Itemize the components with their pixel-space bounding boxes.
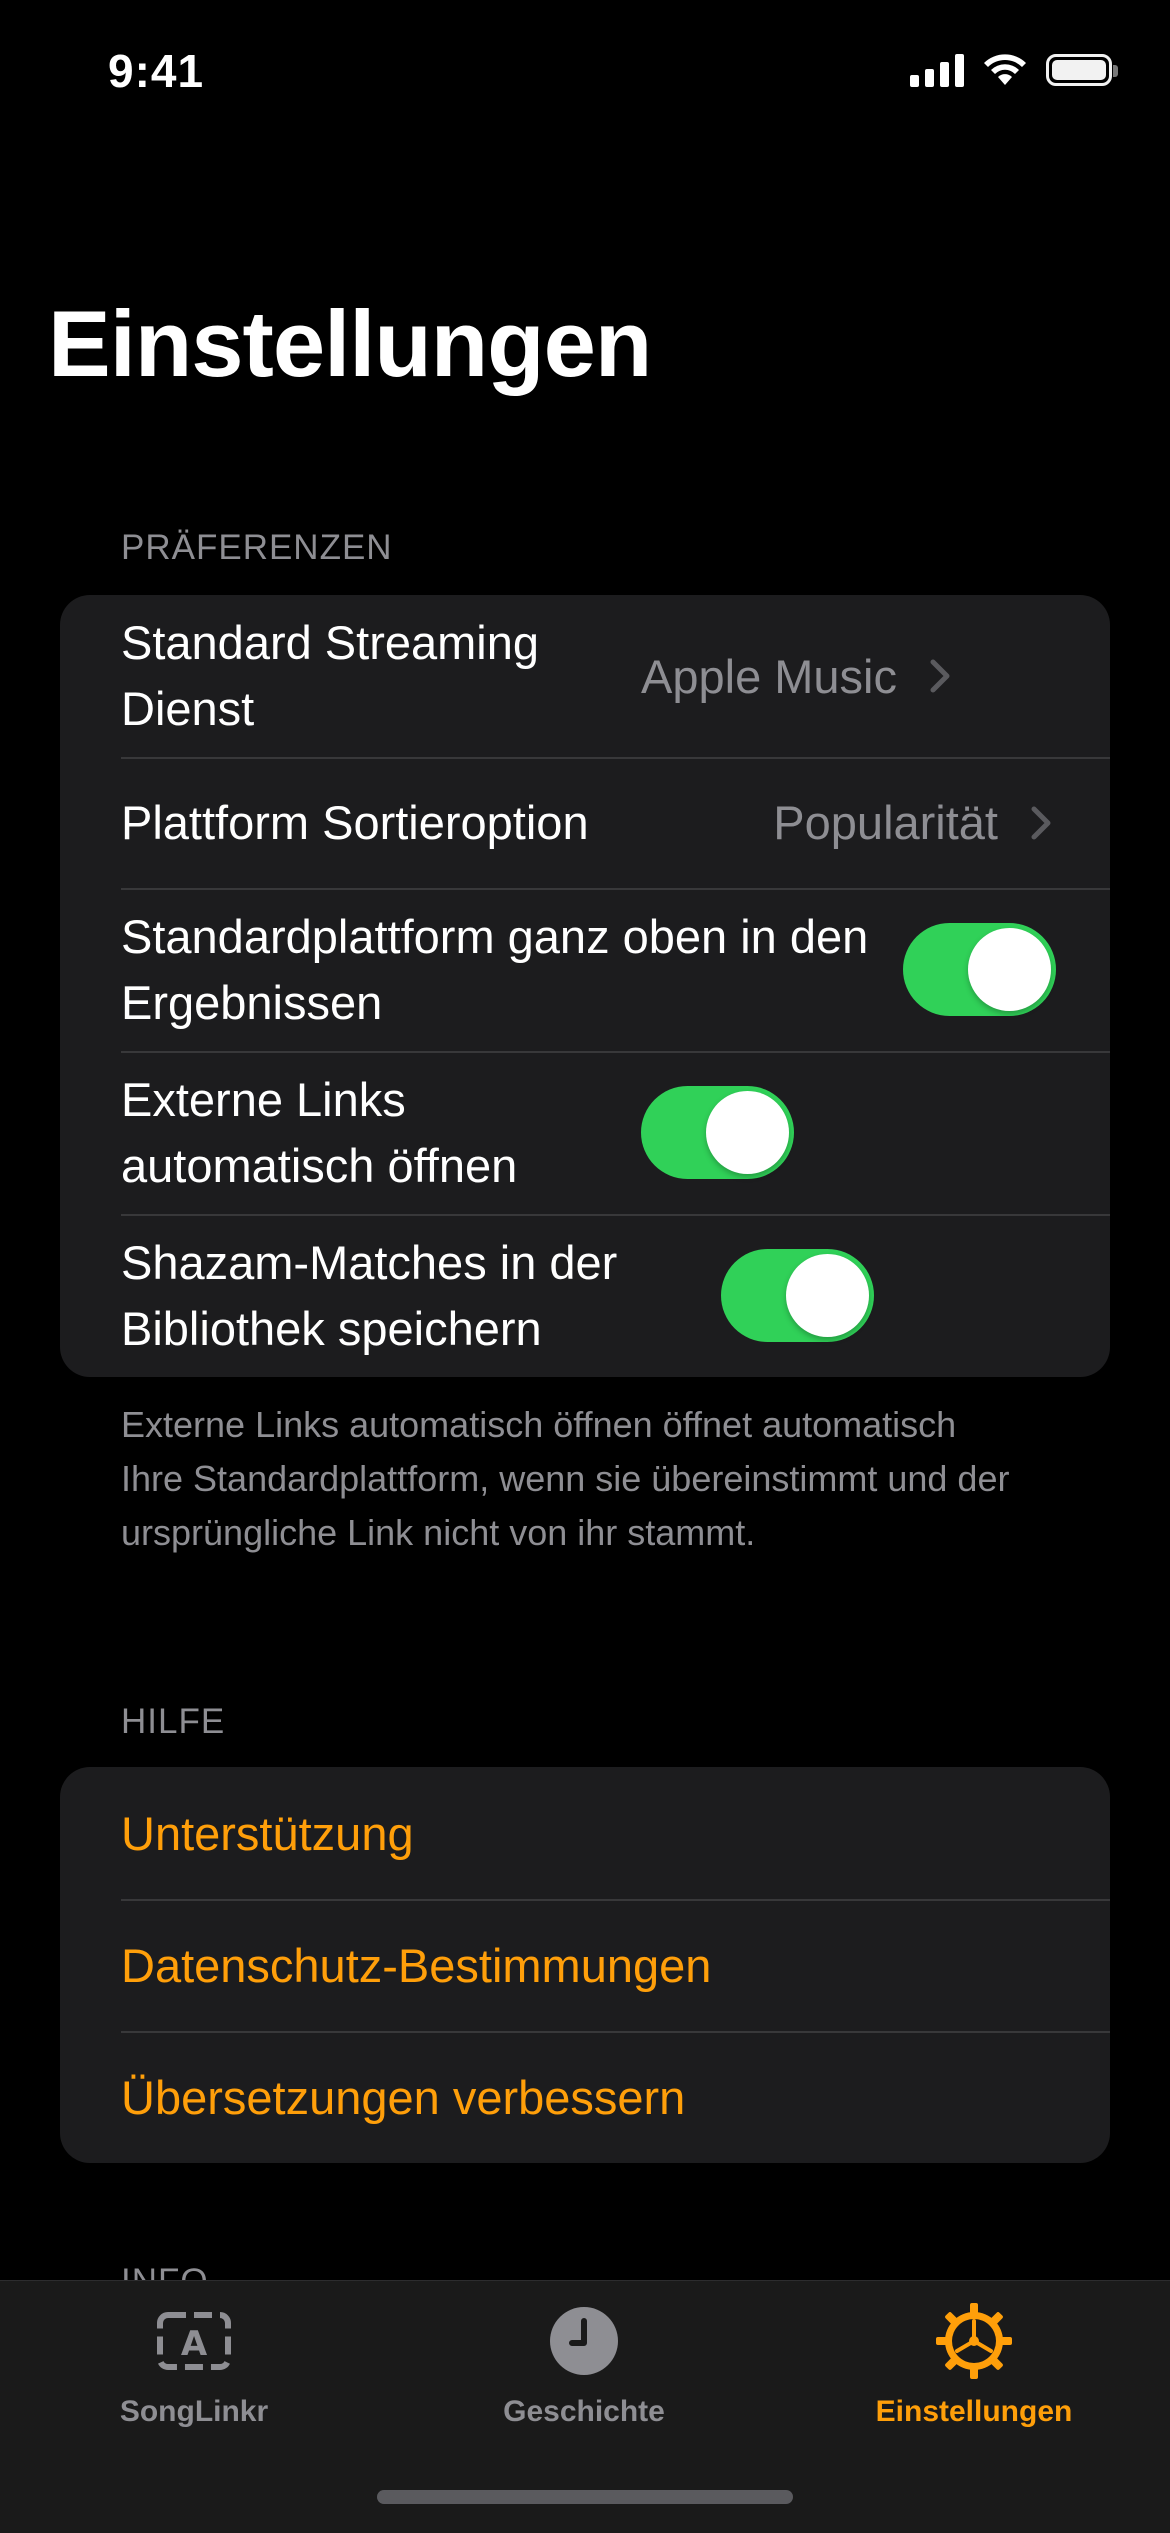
preferences-group: Standard Streaming Dienst Apple Music Pl… (60, 595, 1110, 1377)
tab-label: Geschichte (503, 2395, 665, 2428)
row-default-streaming-service[interactable]: Standard Streaming Dienst Apple Music (60, 595, 1110, 757)
link-label: Datenschutz-Bestimmungen (121, 1938, 712, 1992)
link-improve-translations[interactable]: Übersetzungen verbessern (60, 2031, 1110, 2163)
row-save-shazam-matches: Shazam-Matches in der Bibliothek speiche… (60, 1214, 1110, 1377)
link-label: Übersetzungen verbessern (121, 2070, 686, 2124)
toggle-knob (786, 1254, 869, 1337)
row-label: Standardplattform ganz oben in den Ergeb… (121, 909, 869, 1029)
tab-history[interactable]: Geschichte (434, 2301, 734, 2429)
tab-label: SongLinkr (119, 2395, 269, 2428)
toggle-save-shazam-matches[interactable] (721, 1249, 874, 1342)
row-label: Externe Links automatisch öffnen (121, 1072, 518, 1192)
toggle-open-external-links[interactable] (641, 1086, 794, 1179)
songlinkr-icon: A (157, 2312, 231, 2370)
chevron-right-icon (1031, 806, 1051, 839)
clock-icon (550, 2307, 618, 2375)
battery-icon (1046, 54, 1118, 86)
tab-label: Einstellungen (875, 2395, 1073, 2428)
svg-text:A: A (181, 2324, 208, 2364)
toggle-default-platform-top[interactable] (903, 923, 1056, 1016)
help-group: Unterstützung Datenschutz-Bestimmungen Ü… (60, 1767, 1110, 2163)
chevron-right-icon (930, 659, 950, 693)
row-label: Standard Streaming Dienst (121, 616, 540, 735)
row-default-platform-top: Standardplattform ganz oben in den Ergeb… (60, 888, 1110, 1051)
status-icons (910, 52, 1118, 88)
preferences-footer-note: Externe Links automatisch öffnen öffnet … (121, 1404, 1010, 1553)
toggle-knob (706, 1091, 789, 1174)
cellular-signal-icon (910, 53, 964, 87)
row-value: Apple Music (641, 649, 897, 703)
section-header-preferences: PRÄFERENZEN (121, 528, 393, 567)
row-label: Plattform Sortieroption (121, 795, 589, 849)
link-label: Unterstützung (121, 1806, 414, 1860)
section-header-help: HILFE (121, 1702, 226, 1741)
link-privacy-policy[interactable]: Datenschutz-Bestimmungen (60, 1899, 1110, 2031)
wifi-icon (984, 54, 1026, 85)
tab-songlinkr[interactable]: A SongLinkr (44, 2301, 344, 2429)
row-platform-sort-option[interactable]: Plattform Sortieroption Popularität (60, 757, 1110, 888)
status-time: 9:41 (108, 45, 205, 97)
row-open-external-links: Externe Links automatisch öffnen (60, 1051, 1110, 1214)
row-label: Shazam-Matches in der Bibliothek speiche… (121, 1235, 618, 1355)
gear-icon (936, 2303, 1012, 2379)
home-indicator[interactable] (377, 2490, 793, 2504)
row-value: Popularität (773, 796, 998, 849)
status-bar: 9:41 (0, 0, 1170, 150)
tab-settings[interactable]: Einstellungen (824, 2301, 1124, 2429)
toggle-knob (968, 928, 1051, 1011)
page-title: Einstellungen (48, 291, 652, 396)
link-support[interactable]: Unterstützung (60, 1767, 1110, 1899)
